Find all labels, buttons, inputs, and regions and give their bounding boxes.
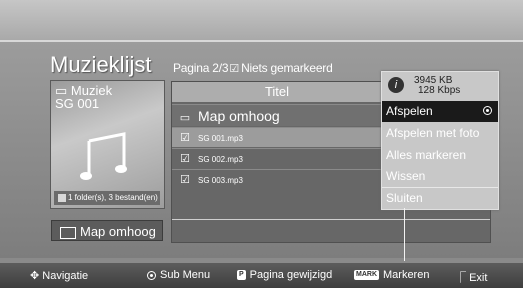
footer-mark: MARK Markeren	[354, 269, 430, 281]
top-separator	[0, 40, 523, 42]
album-card: ▭ Muziek SG 001 1 folder(s), 3 bestand(e…	[50, 80, 165, 209]
exit-icon: ⎾	[455, 272, 470, 284]
checkbox-icon: ☑	[229, 63, 240, 75]
menu-pointer-line	[404, 208, 405, 261]
info-icon: i	[388, 77, 404, 93]
navigation-arrows-icon: ✥	[30, 270, 43, 282]
album-summary: 1 folder(s), 3 bestand(en)	[54, 191, 160, 205]
folder-up-icon	[60, 226, 76, 239]
album-device: SG 001	[55, 96, 100, 111]
footer-navigation: ✥ Navigatie	[30, 270, 89, 282]
page-key-icon: P	[237, 270, 246, 281]
page-title: Muzieklijst	[50, 52, 152, 77]
footer-bar: ✥ Navigatie Sub Menu P Pagina gewijzigd M…	[0, 263, 523, 288]
list-divider	[172, 219, 490, 220]
folder-up-icon: ▭	[179, 112, 191, 124]
footer-exit: ⎾ Exit	[455, 272, 488, 284]
menu-item-play-with-photo[interactable]: Afspelen met foto	[382, 123, 498, 144]
top-bar	[0, 0, 523, 40]
footer-submenu: Sub Menu	[147, 269, 210, 281]
file-info: i 3945 KB 128 Kbps	[385, 74, 495, 99]
folder-up-button[interactable]: Map omhoog	[51, 220, 163, 241]
music-note-icon	[80, 132, 127, 180]
checkbox-icon[interactable]: ☑	[172, 170, 198, 190]
mark-key-icon: MARK	[354, 270, 379, 281]
marked-status: Niets gemarkeerd	[241, 61, 333, 75]
menu-item-play[interactable]: Afspelen	[382, 101, 498, 122]
file-bitrate: 128 Kbps	[418, 85, 461, 96]
ok-button-icon	[147, 270, 156, 280]
square-icon	[58, 193, 66, 202]
checkbox-icon[interactable]: ☑	[172, 149, 198, 169]
checkbox-icon[interactable]: ☑	[172, 128, 198, 148]
radio-selected-icon	[483, 106, 492, 115]
context-menu: i 3945 KB 128 Kbps Afspelen Afspelen met…	[381, 71, 499, 210]
menu-item-delete[interactable]: Wissen	[382, 166, 498, 187]
menu-item-close[interactable]: Sluiten	[382, 187, 498, 208]
page-indicator: Pagina 2/3	[173, 61, 229, 75]
pager: Pagina 2/3☑ Niets gemarkeerd	[173, 61, 333, 75]
menu-item-mark-all[interactable]: Alles markeren	[382, 145, 498, 166]
footer-page-change: P Pagina gewijzigd	[237, 269, 333, 281]
column-header-title: Titel	[172, 82, 382, 102]
